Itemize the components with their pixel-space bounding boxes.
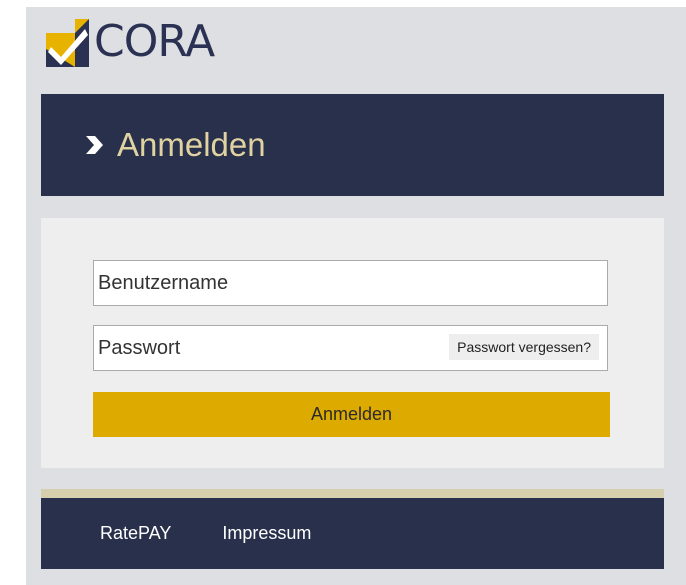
page-header: Anmelden (41, 94, 664, 196)
chevron-right-icon (86, 136, 103, 154)
username-input[interactable] (94, 261, 607, 305)
page-title: Anmelden (117, 126, 266, 163)
login-button[interactable]: Anmelden (93, 392, 610, 437)
cora-logo: CORA (42, 7, 215, 77)
footer-divider (41, 489, 664, 498)
cora-logo-icon (46, 19, 89, 67)
password-input[interactable] (94, 326, 384, 370)
footer-link-impressum[interactable]: Impressum (222, 523, 311, 544)
footer: RatePAY Impressum (41, 498, 664, 569)
logo-text: CORA (94, 16, 215, 67)
password-field-wrapper: Passwort vergessen? (93, 325, 608, 371)
login-page: CORA Anmelden Passwort vergessen? Anmeld… (26, 7, 686, 585)
footer-link-ratepay[interactable]: RatePAY (100, 523, 171, 544)
forgot-password-button[interactable]: Passwort vergessen? (449, 334, 599, 360)
login-form: Passwort vergessen? Anmelden (41, 218, 664, 468)
username-field-wrapper (93, 260, 608, 306)
